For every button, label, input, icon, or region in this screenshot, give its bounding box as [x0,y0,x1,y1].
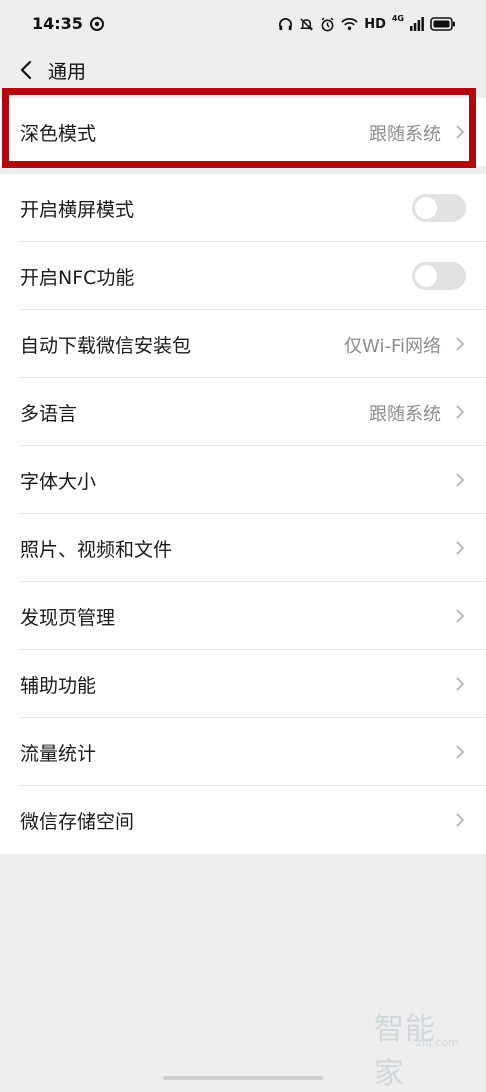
auto-download-value: 仅Wi-Fi网络 [344,336,441,357]
traffic-stats-row[interactable]: 流量统计 [0,718,486,786]
toggle-knob [415,265,437,287]
nfc-row: 开启NFC功能 [0,242,486,310]
page-title: 通用 [48,61,87,83]
landscape-mode-toggle[interactable] [412,194,466,222]
settings-list: 深色模式 跟随系统 开启横屏模式 开启NFC功能 自动下载微信安装包 仅Wi-F… [0,98,486,854]
chevron-right-icon [456,473,465,487]
alarm-icon [321,17,334,31]
toggle-knob [415,197,437,219]
font-size-label: 字体大小 [20,471,97,493]
discover-manage-row[interactable]: 发现页管理 [0,582,486,650]
status-bar: 14:35 HD 4G [0,0,486,48]
chevron-right-icon [456,337,465,351]
wifi-icon [341,18,358,30]
language-label: 多语言 [20,403,78,425]
traffic-stats-label: 流量统计 [20,743,97,765]
status-icons: HD 4G [278,13,456,35]
chevron-right-icon [456,609,465,623]
hd-label: HD [364,16,386,32]
auto-download-label: 自动下载微信安装包 [20,335,192,357]
chevron-right-icon [456,541,465,555]
settings-group-general: 开启横屏模式 开启NFC功能 自动下载微信安装包 仅Wi-Fi网络 多语言 跟随… [0,174,486,854]
chevron-right-icon [456,677,465,691]
landscape-mode-row: 开启横屏模式 [0,174,486,242]
language-row[interactable]: 多语言 跟随系统 [0,378,486,446]
cellular-signal-icon [410,17,424,31]
bell-muted-icon [300,17,314,31]
battery-icon [430,17,455,31]
chevron-left-icon [20,60,32,80]
watermark-sub: znj.com [416,1036,459,1049]
status-time: 14:35 [32,14,83,33]
nfc-label: 开启NFC功能 [20,267,135,289]
media-files-label: 照片、视频和文件 [20,539,173,561]
network-type-label: 4G [391,13,404,23]
navigation-bar: 通用 [0,48,486,92]
accessibility-label: 辅助功能 [20,675,97,697]
auto-download-row[interactable]: 自动下载微信安装包 仅Wi-Fi网络 [0,310,486,378]
app-notification-icon [90,16,104,31]
chevron-right-icon [456,745,465,759]
landscape-mode-label: 开启横屏模式 [20,199,135,221]
media-files-row[interactable]: 照片、视频和文件 [0,514,486,582]
headphones-icon [279,17,293,30]
font-size-row[interactable]: 字体大小 [0,446,486,514]
back-button[interactable] [12,54,42,86]
discover-manage-label: 发现页管理 [20,607,116,629]
language-value: 跟随系统 [369,404,441,425]
home-indicator[interactable] [163,1076,323,1080]
storage-label: 微信存储空间 [20,811,135,833]
chevron-right-icon [456,405,465,419]
storage-row[interactable]: 微信存储空间 [0,786,486,854]
chevron-right-icon [456,813,465,827]
accessibility-row[interactable]: 辅助功能 [0,650,486,718]
nfc-toggle[interactable] [412,262,466,290]
highlight-box [2,88,476,168]
watermark-logo: 智能家 znj.com [374,1004,464,1091]
